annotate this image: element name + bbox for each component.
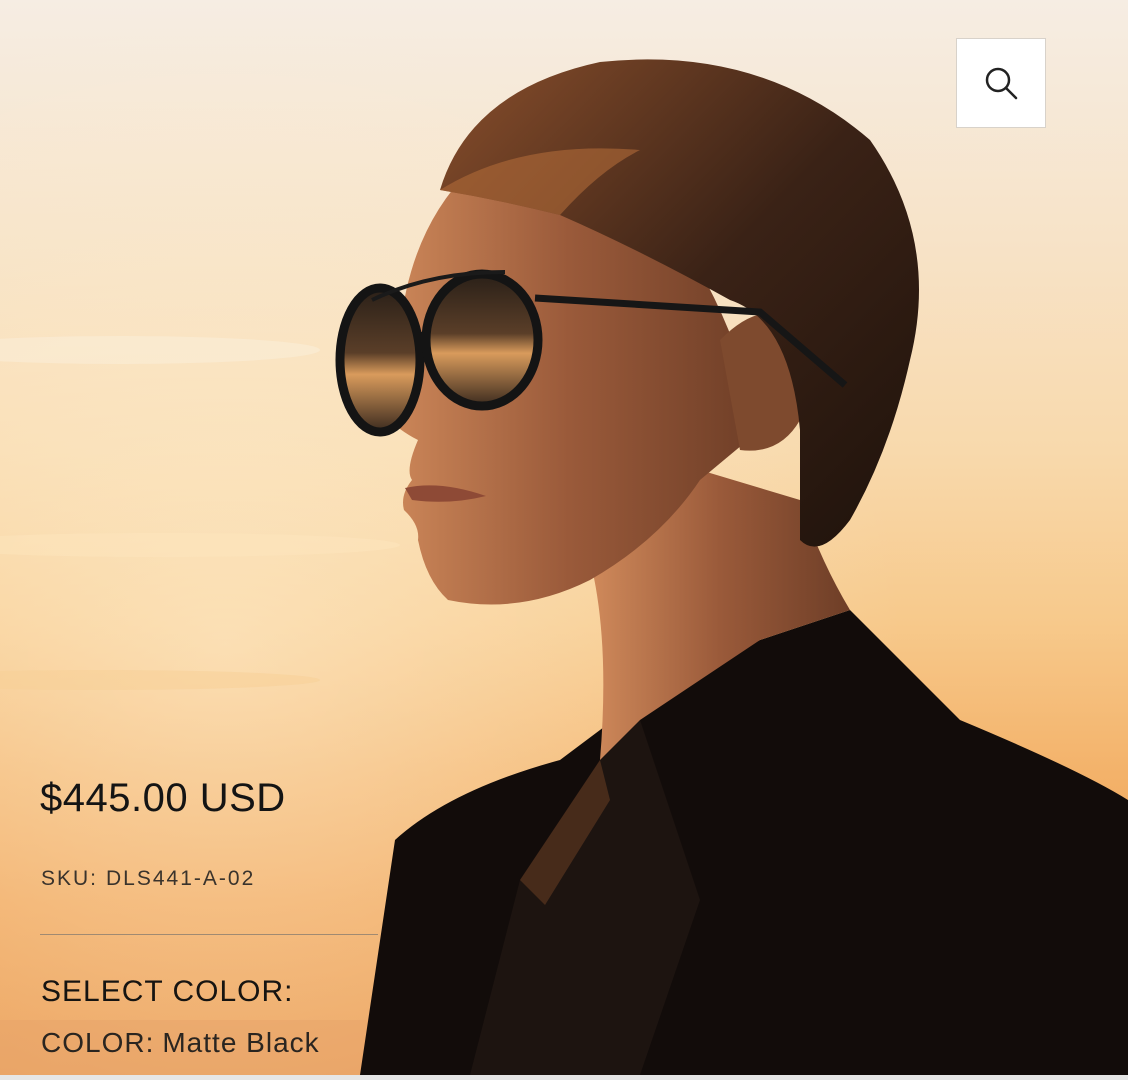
product-hero-image bbox=[0, 0, 1128, 1075]
product-sku: SKU: DLS441-A-02 bbox=[41, 867, 255, 891]
selected-color[interactable]: COLOR: Matte Black bbox=[41, 1027, 320, 1059]
color-value: Matte Black bbox=[162, 1027, 320, 1058]
select-color-label: SELECT COLOR: bbox=[41, 975, 294, 1008]
search-button[interactable] bbox=[956, 38, 1046, 128]
divider bbox=[40, 934, 378, 935]
search-icon bbox=[985, 67, 1018, 100]
bottom-edge bbox=[0, 1075, 1128, 1080]
sku-label: SKU: bbox=[41, 867, 99, 890]
sku-value: DLS441-A-02 bbox=[106, 867, 256, 890]
model-photo-illustration bbox=[0, 0, 1128, 1075]
product-price: $445.00 USD bbox=[40, 776, 286, 820]
color-label: COLOR: bbox=[41, 1027, 155, 1058]
